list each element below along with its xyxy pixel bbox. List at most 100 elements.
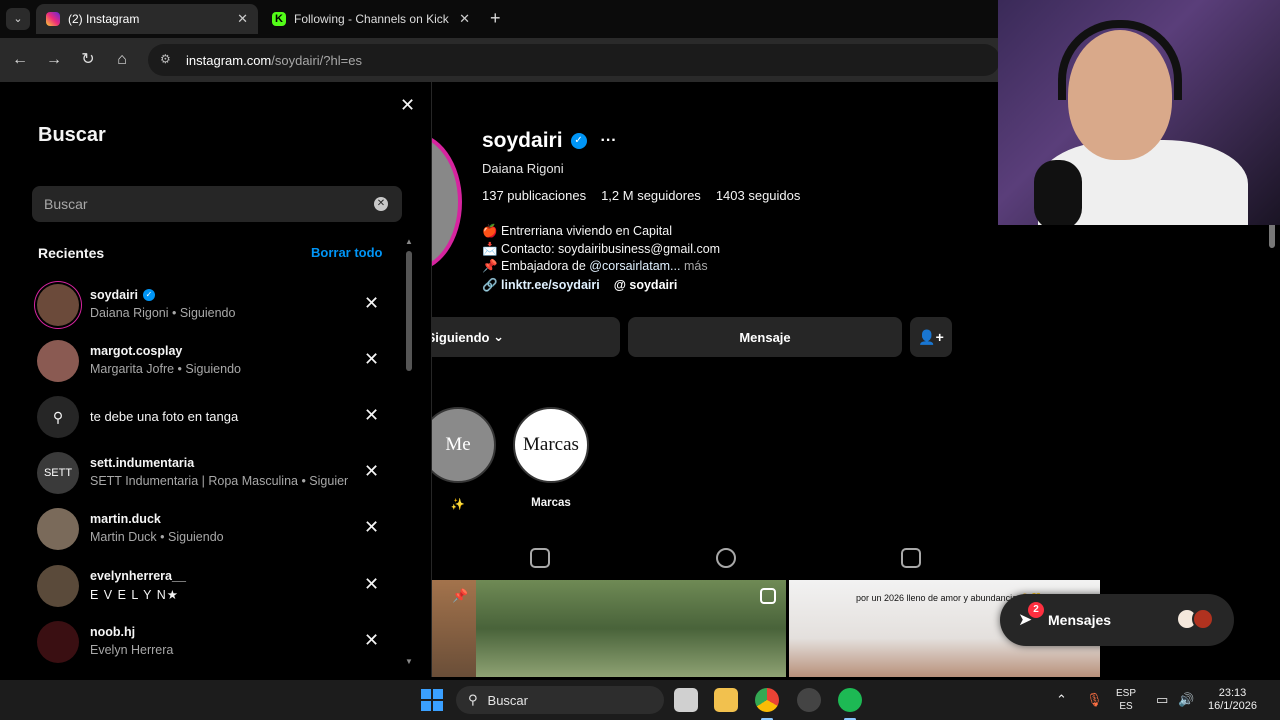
page-scrollbar[interactable] <box>1267 214 1277 677</box>
remove-recent-icon[interactable]: ✕ <box>364 293 379 314</box>
file-explorer-icon[interactable] <box>714 688 738 712</box>
clear-search-icon[interactable]: ✕ <box>374 197 388 211</box>
close-icon[interactable]: ✕ <box>400 95 415 116</box>
recent-subtitle: Evelyn Herrera <box>90 643 174 657</box>
windows-taskbar: ⚲ Buscar ⌃ 🎙 ESP ES ▭ 🔊 23:13 16/1/2026 <box>0 680 1280 720</box>
lang-top: ESP <box>1116 688 1137 699</box>
add-user-icon[interactable]: 👤+ <box>910 317 952 357</box>
search-icon: ⚲ <box>468 692 478 707</box>
reels-tab-icon[interactable] <box>530 548 550 568</box>
avatar <box>37 340 79 382</box>
taskbar-search-label: Buscar <box>487 692 528 708</box>
scrollbar-thumb[interactable] <box>406 251 412 371</box>
recent-subtitle: Daiana Rigoni • Siguiendo <box>90 306 236 320</box>
recent-item-martin[interactable]: martin.duck Martin Duck • Siguiendo ✕ <box>0 502 400 558</box>
network-icon[interactable]: ▭ <box>1156 692 1168 708</box>
chrome-icon[interactable] <box>755 688 779 720</box>
volume-icon[interactable]: 🔊 <box>1178 692 1194 708</box>
clear-all-button[interactable]: Borrar todo <box>311 245 383 260</box>
tab-instagram[interactable]: (2) Instagram ✕ <box>36 4 258 34</box>
site-info-icon[interactable]: ⚙ <box>160 52 176 68</box>
recent-item-query[interactable]: ⚲ te debe una foto en tanga ✕ <box>0 390 400 446</box>
panel-scrollbar[interactable]: ▲ ▼ <box>404 237 414 667</box>
search-input[interactable] <box>44 186 364 222</box>
remove-recent-icon[interactable]: ✕ <box>364 461 379 482</box>
taskbar-search[interactable]: ⚲ Buscar <box>456 686 664 714</box>
remove-recent-icon[interactable]: ✕ <box>364 630 379 651</box>
messages-button[interactable]: ➤ 2 Mensajes <box>1000 594 1234 646</box>
close-icon[interactable]: ✕ <box>459 11 470 27</box>
bio-more-link[interactable]: más <box>680 259 708 273</box>
recent-username: sett.indumentaria <box>90 456 195 470</box>
recent-item-sett[interactable]: SETT sett.indumentaria SETT Indumentaria… <box>0 446 400 502</box>
windows-start-icon[interactable] <box>421 689 443 711</box>
tab-kick[interactable]: K Following - Channels on Kick ✕ <box>262 4 480 34</box>
remove-recent-icon[interactable]: ✕ <box>364 517 379 538</box>
remove-recent-icon[interactable]: ✕ <box>364 349 379 370</box>
chevron-up-icon[interactable]: ⌃ <box>1056 692 1067 708</box>
reel-icon <box>760 588 776 604</box>
bio-mention-link[interactable]: @corsairlatam... <box>589 259 680 273</box>
remove-recent-icon[interactable]: ✕ <box>364 574 379 595</box>
profile-links: 🔗 linktr.ee/soydairi @ soydairi <box>482 278 677 293</box>
highlight-cover: Marcas <box>513 407 589 483</box>
new-tab-button[interactable]: + <box>490 8 501 29</box>
bio-prefix: 📌 Embajadora de <box>482 259 590 273</box>
remove-recent-icon[interactable]: ✕ <box>364 405 379 426</box>
obs-icon[interactable] <box>797 688 821 712</box>
task-view-icon[interactable] <box>674 688 698 712</box>
recent-username: martin.duck <box>90 512 161 526</box>
tab-title: Following - Channels on Kick <box>294 12 449 26</box>
tab-search-button[interactable]: ⌄ <box>6 8 30 30</box>
scroll-up-icon[interactable]: ▲ <box>404 237 414 246</box>
recent-username: evelynherrera__ <box>90 569 186 583</box>
address-bar[interactable]: ⚙ instagram.com /soydairi/?hl=es <box>148 44 1000 76</box>
search-panel: ✕ Buscar ✕ Recientes Borrar todo soydair… <box>0 82 432 677</box>
profile-bio: 🍎 Entrerriana viviendo en Capital 📩 Cont… <box>482 223 720 276</box>
home-icon[interactable]: ⌂ <box>112 50 132 70</box>
highlight-label: Marcas <box>531 497 571 509</box>
pinned-icon: 📌 <box>452 588 469 603</box>
threads-link[interactable]: @ soydairi <box>614 278 678 293</box>
url-path: /soydairi/?hl=es <box>271 52 362 68</box>
back-arrow-icon[interactable]: ← <box>10 50 30 70</box>
spotify-icon[interactable] <box>838 688 862 720</box>
search-icon: ⚲ <box>37 396 79 438</box>
scroll-down-icon[interactable]: ▼ <box>404 657 414 666</box>
reload-icon[interactable]: ↻ <box>78 50 98 70</box>
message-avatars <box>1176 608 1214 630</box>
more-options-icon[interactable]: ··· <box>601 132 617 150</box>
highlight-marcas[interactable]: Marcas Marcas <box>511 407 591 509</box>
recent-item-evelyn[interactable]: evelynherrera__ E V E L Y N★ ✕ <box>0 559 400 615</box>
microphone-icon[interactable]: 🎙 <box>1086 692 1103 708</box>
following-count[interactable]: 1403 seguidos <box>716 188 801 203</box>
recent-item-margot[interactable]: margot.cosplay Margarita Jofre • Siguien… <box>0 334 400 390</box>
bio-line: 📩 Contacto: soydairibusiness@gmail.com <box>482 241 721 256</box>
external-link[interactable]: 🔗 linktr.ee/soydairi <box>482 278 600 293</box>
unread-badge: 2 <box>1028 602 1044 618</box>
following-button-label: Siguiendo <box>426 329 490 345</box>
bio-line: 🍎 Entrerriana viviendo en Capital <box>482 224 672 238</box>
profile-username-row: soydairi ✓ ··· <box>482 129 617 153</box>
close-icon[interactable]: ✕ <box>237 11 248 27</box>
reposts-tab-icon[interactable] <box>716 548 736 568</box>
webcam-overlay <box>998 0 1280 225</box>
bio-line: 📌 Embajadora de @corsairlatam... más <box>482 258 720 276</box>
profile-full-name: Daiana Rigoni <box>482 161 564 176</box>
messages-label: Mensajes <box>1048 612 1112 628</box>
panel-title: Buscar <box>38 124 106 146</box>
post-thumbnail[interactable]: 📌 <box>432 580 786 677</box>
recent-item-noob[interactable]: noob.hj Evelyn Herrera ✕ <box>0 615 400 671</box>
verified-badge-icon: ✓ <box>142 289 155 301</box>
recent-item-soydairi[interactable]: soydairi ✓ Daiana Rigoni • Siguiendo ✕ <box>0 278 400 334</box>
tagged-tab-icon[interactable] <box>901 548 921 568</box>
forward-arrow-icon[interactable]: → <box>44 50 64 70</box>
search-box[interactable]: ✕ <box>32 186 402 222</box>
language-indicator[interactable]: ESP ES <box>1116 680 1136 720</box>
recent-subtitle: Martin Duck • Siguiendo <box>90 530 224 544</box>
recents-heading: Recientes <box>38 245 105 261</box>
tab-title: (2) Instagram <box>68 12 140 26</box>
followers-count[interactable]: 1,2 M seguidores <box>601 188 701 203</box>
system-clock[interactable]: 23:13 16/1/2026 <box>1208 680 1257 720</box>
message-button[interactable]: Mensaje <box>628 317 902 357</box>
